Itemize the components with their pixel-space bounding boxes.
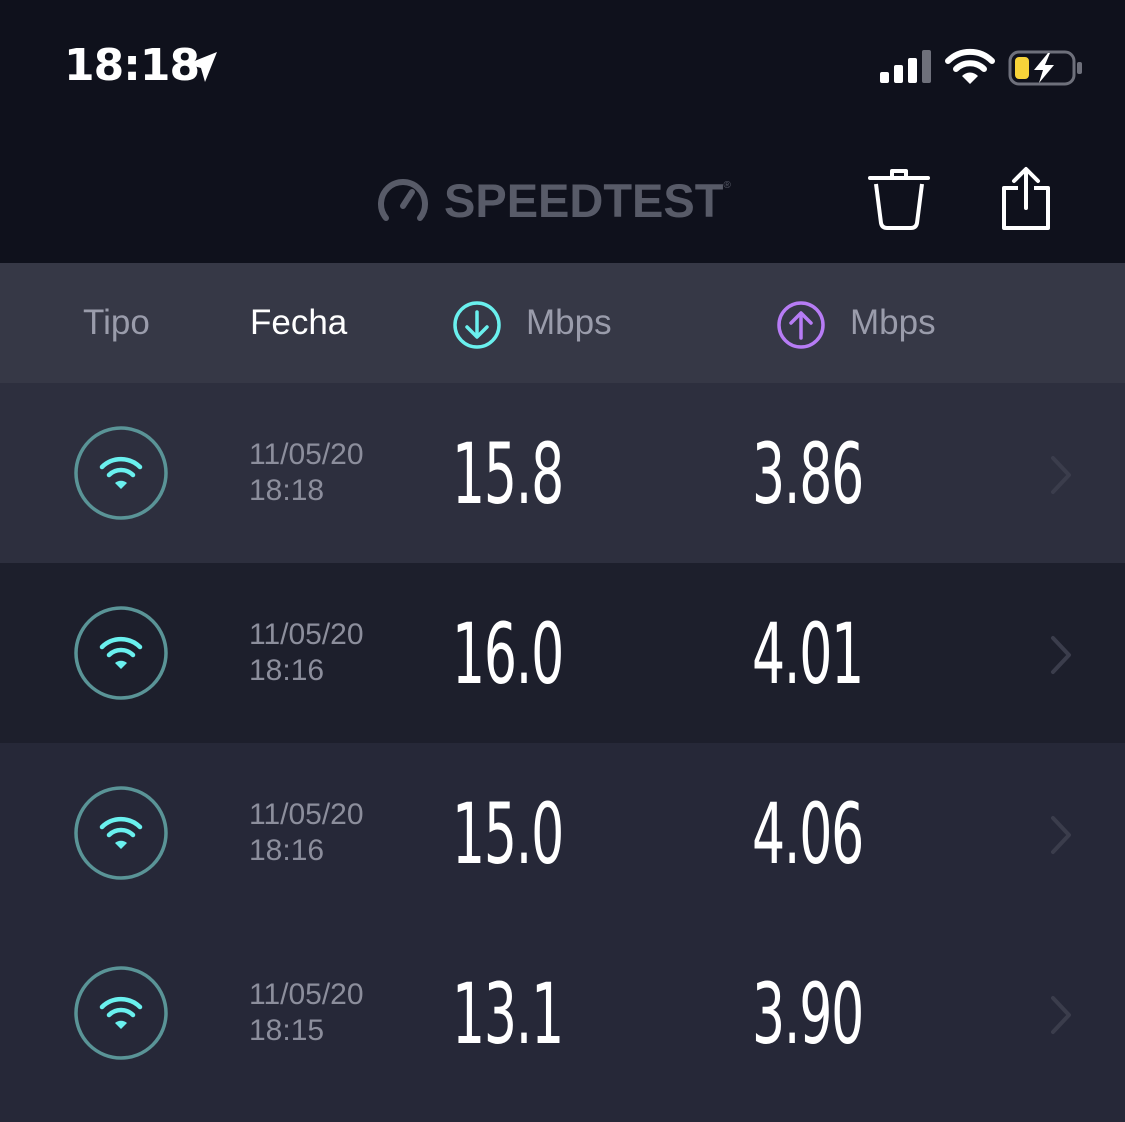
column-download[interactable]: Mbps — [526, 303, 612, 343]
result-time: 18:15 — [249, 1014, 325, 1047]
chevron-right-icon — [1051, 996, 1071, 1034]
result-row[interactable]: 11/05/20 18:16 16.0 4.01 — [0, 563, 1125, 743]
delete-button[interactable] — [866, 166, 932, 232]
result-date: 11/05/20 — [249, 798, 364, 831]
download-value: 15.0 — [452, 785, 564, 883]
column-upload[interactable]: Mbps — [850, 303, 936, 343]
battery-charging-icon — [1008, 50, 1082, 86]
result-datetime: 11/05/20 18:16 — [249, 617, 364, 689]
result-date: 11/05/20 — [249, 618, 364, 651]
speedometer-icon — [378, 179, 428, 221]
speedtest-logo: SPEEDTEST ® — [376, 170, 731, 230]
wifi-icon — [945, 48, 995, 84]
logo-text: SPEEDTEST — [444, 173, 724, 227]
result-time: 18:16 — [249, 834, 325, 867]
logo-trademark: ® — [723, 180, 731, 191]
result-datetime: 11/05/20 18:16 — [249, 797, 364, 869]
upload-value: 3.86 — [752, 425, 864, 523]
status-bar: 18:18 — [0, 0, 1125, 130]
wifi-icon — [74, 426, 168, 520]
status-time: 18:18 — [64, 40, 200, 91]
wifi-icon — [74, 966, 168, 1060]
download-value: 15.8 — [452, 425, 564, 523]
chevron-right-icon — [1051, 636, 1071, 674]
share-icon — [1002, 167, 1050, 230]
result-date: 11/05/20 — [249, 978, 364, 1011]
upload-value: 4.06 — [752, 785, 864, 883]
download-value: 13.1 — [452, 965, 564, 1063]
column-date[interactable]: Fecha — [250, 303, 347, 343]
download-value: 16.0 — [452, 605, 564, 703]
download-icon — [453, 301, 501, 349]
upload-value: 4.01 — [752, 605, 864, 703]
result-datetime: 11/05/20 18:18 — [249, 437, 364, 509]
result-row[interactable]: 11/05/20 18:15 13.1 3.90 — [0, 923, 1125, 1103]
result-date: 11/05/20 — [249, 438, 364, 471]
share-button[interactable] — [998, 166, 1054, 232]
upload-icon — [777, 301, 825, 349]
chevron-right-icon — [1051, 456, 1071, 494]
trash-icon — [868, 169, 930, 230]
upload-value: 3.90 — [752, 965, 864, 1063]
nav-bar: SPEEDTEST ® — [0, 130, 1125, 263]
location-arrow-icon — [187, 52, 217, 82]
result-time: 18:16 — [249, 654, 325, 687]
chevron-right-icon — [1051, 816, 1071, 854]
result-datetime: 11/05/20 18:15 — [249, 977, 364, 1049]
wifi-icon — [74, 606, 168, 700]
column-type[interactable]: Tipo — [83, 303, 150, 343]
result-row[interactable]: 11/05/20 18:18 15.8 3.86 — [0, 383, 1125, 563]
result-time: 18:18 — [249, 474, 325, 507]
wifi-icon — [74, 786, 168, 880]
results-header: Tipo Fecha Mbps Mbps — [0, 263, 1125, 383]
result-row[interactable]: 11/05/20 18:16 15.0 4.06 — [0, 743, 1125, 923]
cellular-signal-icon — [880, 50, 931, 83]
